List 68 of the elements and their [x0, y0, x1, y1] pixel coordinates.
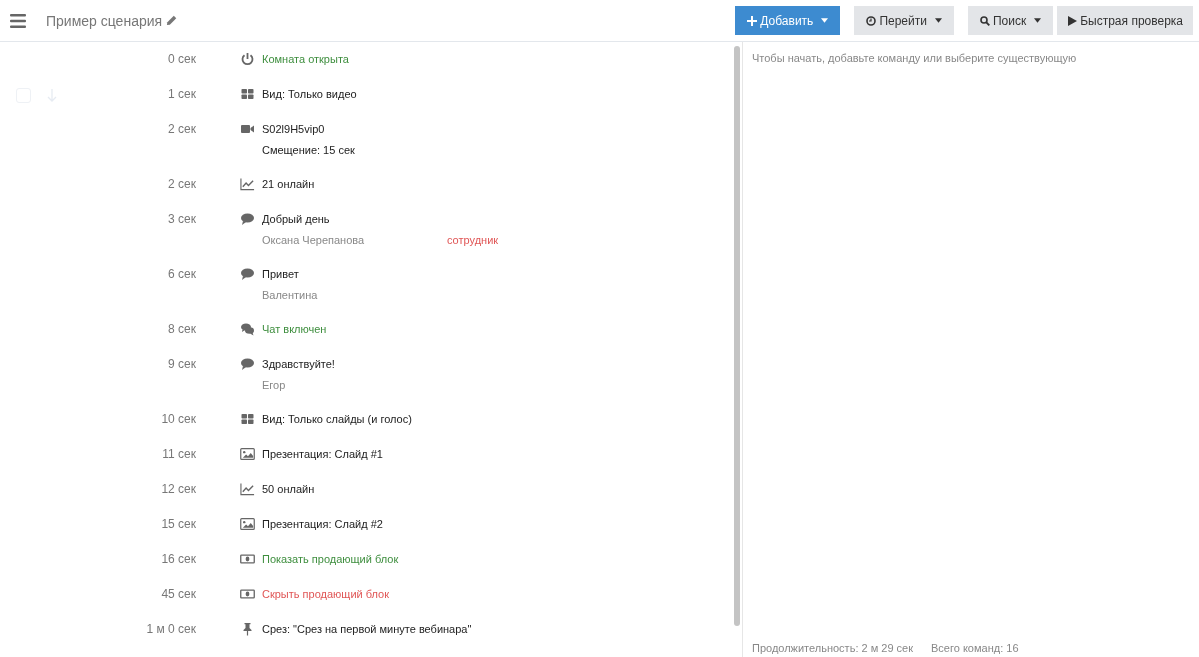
- caret-icon: [1034, 18, 1042, 23]
- command-time: 15 сек: [160, 516, 196, 533]
- command-text[interactable]: Вид: Только слайды (и голос): [262, 409, 412, 429]
- toolbar-button[interactable]: Добавить: [735, 6, 841, 35]
- down-arrow-icon[interactable]: [47, 88, 57, 103]
- command-text[interactable]: Привет: [262, 264, 447, 284]
- command-text[interactable]: 21 онлайн: [262, 174, 315, 194]
- command-time: 10 сек: [160, 411, 196, 428]
- command-text[interactable]: S02l9H5vip0: [262, 119, 447, 139]
- toolbar-button[interactable]: Поиск: [967, 6, 1054, 35]
- author-name: Егор: [262, 378, 287, 393]
- command-text[interactable]: Здравствуйте!: [262, 354, 447, 374]
- command-time: 3 сек: [167, 211, 196, 228]
- command-text[interactable]: Презентация: Слайд #1: [262, 444, 383, 464]
- line-chart-icon: [240, 482, 255, 496]
- command-time: 6 сек: [167, 266, 196, 283]
- caret-icon: [821, 18, 829, 23]
- scenario-title: Пример сценария: [46, 12, 163, 29]
- speech-bubbles-icon: [240, 322, 255, 336]
- clock-icon: [866, 15, 877, 26]
- command-text[interactable]: 50 онлайн: [262, 479, 315, 499]
- command-text[interactable]: Презентация: Слайд #2: [262, 514, 383, 534]
- command-time: 9 сек: [167, 356, 196, 373]
- author-name: Валентина: [262, 288, 319, 303]
- image-icon: [240, 447, 255, 461]
- grid-icon: [240, 412, 255, 426]
- power-icon: [240, 52, 255, 66]
- command-time: 2 сек: [167, 121, 196, 138]
- plus-icon: [747, 15, 758, 26]
- command-text[interactable]: Скрыть продающий блок: [262, 584, 389, 604]
- command-time: 0 сек: [167, 51, 196, 68]
- command-count: Всего команд: 16: [931, 642, 1019, 654]
- toolbar-button[interactable]: Перейти: [854, 6, 954, 35]
- command-time: 12 сек: [160, 481, 196, 498]
- speech-bubble-icon: [240, 357, 255, 371]
- search-icon: [979, 15, 990, 26]
- command-text[interactable]: Показать продающий блок: [262, 549, 399, 569]
- caret-icon: [934, 18, 942, 23]
- speech-bubble-icon: [240, 267, 255, 281]
- command-time: 1 м 0 сек: [145, 621, 196, 638]
- command-text[interactable]: Срез: "Срез на первой минуте вебинара": [262, 619, 472, 639]
- banknote-icon: [240, 587, 255, 601]
- play-icon: [1067, 15, 1078, 26]
- duration-text: Продолжительность: 2 м 29 сек: [752, 642, 914, 654]
- scrollbar-thumb[interactable]: [734, 46, 740, 626]
- offset-text: Смещение: 15 сек: [262, 143, 356, 158]
- command-text[interactable]: Чат включен: [262, 319, 327, 339]
- command-time: 11 сек: [161, 446, 196, 463]
- command-time: 45 сек: [160, 586, 196, 603]
- speech-bubble-icon: [240, 212, 255, 226]
- command-time: 16 сек: [160, 551, 196, 568]
- pencil-icon[interactable]: [166, 15, 178, 26]
- command-text[interactable]: Комната открыта: [262, 49, 349, 69]
- line-chart-icon: [240, 177, 255, 191]
- command-text[interactable]: Вид: Только видео: [262, 84, 357, 104]
- author-name: Оксана Черепанова: [262, 233, 366, 248]
- banknote-icon: [240, 552, 255, 566]
- command-time: 8 сек: [167, 321, 196, 338]
- command-time: 1 сек: [167, 86, 196, 103]
- image-icon: [240, 517, 255, 531]
- video-camera-icon: [240, 122, 255, 136]
- grid-icon: [240, 87, 255, 101]
- role-label: сотрудник: [447, 233, 499, 248]
- command-text[interactable]: Добрый день: [262, 209, 499, 229]
- menu-icon[interactable]: [10, 13, 26, 28]
- empty-hint: Чтобы начать, добавьте команду или выберите существующую: [752, 52, 1078, 64]
- toolbar-button[interactable]: Быстрая проверка: [1057, 6, 1193, 35]
- command-time: 2 сек: [167, 176, 196, 193]
